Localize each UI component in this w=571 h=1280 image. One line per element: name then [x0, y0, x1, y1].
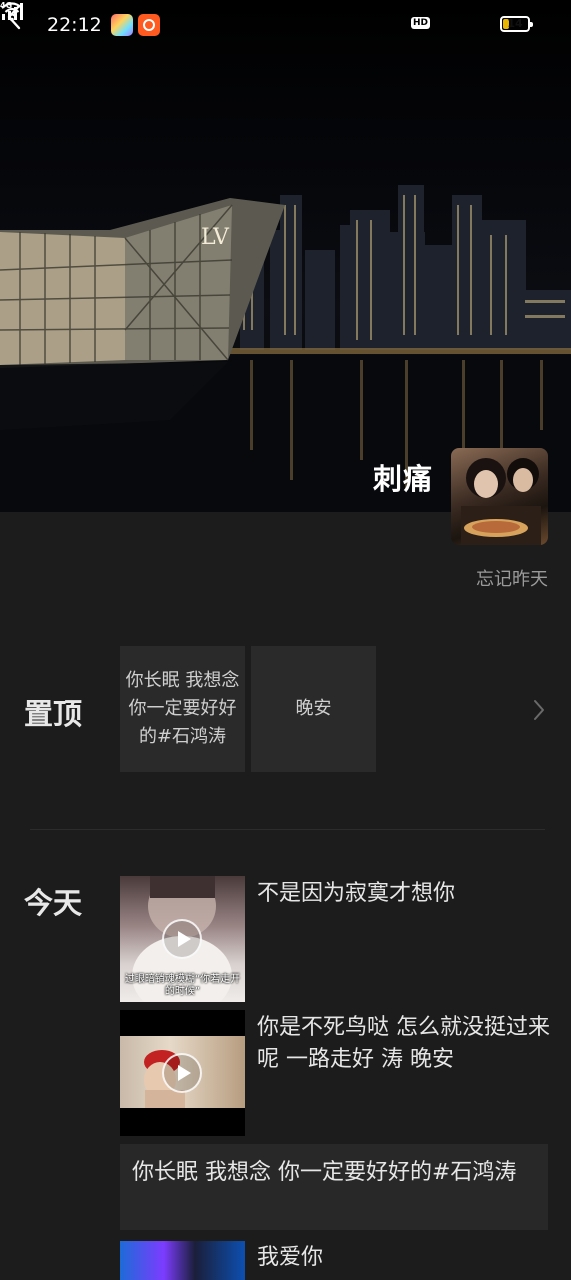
battery-level: 14 [507, 17, 523, 30]
section-divider [30, 829, 545, 830]
pinned-section-title: 置顶 [24, 697, 83, 731]
status-bar: 22:12 HD 4G 14 [0, 0, 571, 52]
pinned-item-text: 你长眠 我想念 你一定要好好的#石鸿涛 [125, 670, 240, 747]
pinned-item[interactable]: 晚安 [251, 646, 376, 772]
post-text[interactable]: 你是不死鸟哒 怎么就没挺过来呢 一路走好 涛 晚安 [257, 1012, 553, 1076]
profile-name: 刺痛 [372, 462, 433, 496]
hd-badge: HD [411, 17, 431, 29]
post-thumbnail[interactable] [120, 1241, 245, 1280]
battery-icon: 14 [500, 16, 533, 32]
status-time: 22:12 [47, 14, 102, 36]
cover-photo: LV 22:12 HD 4G 14 [0, 0, 571, 512]
post-text[interactable]: 我爱你 [257, 1242, 553, 1274]
pinned-more-chevron-right-icon[interactable] [530, 697, 548, 723]
kuaishou-app-icon [138, 14, 160, 36]
post-thumbnail[interactable] [120, 1010, 245, 1136]
today-section-title: 今天 [24, 886, 83, 920]
profile-subtitle: 忘记昨天 [476, 569, 548, 590]
post-thumbnail[interactable]: 过眼暗销魂模糊“你若走开的时候” [120, 876, 245, 1002]
post-text: 你长眠 我想念 你一定要好好的#石鸿涛 [132, 1160, 517, 1185]
avatar-photo [461, 458, 541, 545]
gallery-app-icon [111, 14, 133, 36]
pinned-item-text: 晚安 [295, 698, 332, 719]
play-icon[interactable] [162, 1053, 202, 1093]
post-text[interactable]: 不是因为寂寞才想你 [257, 878, 553, 910]
text-post-card[interactable]: 你长眠 我想念 你一定要好好的#石鸿涛 [120, 1144, 548, 1230]
avatar[interactable] [451, 448, 548, 545]
pinned-item[interactable]: 你长眠 我想念 你一定要好好的#石鸿涛 [120, 646, 245, 772]
thumbnail-caption: 过眼暗销魂模糊“你若走开的时候” [124, 974, 241, 997]
night-skyline-illustration: LV [0, 185, 571, 512]
play-icon[interactable] [162, 919, 202, 959]
lv-sign: LV [201, 225, 230, 250]
back-button chevron-left-icon[interactable] [0, 0, 32, 34]
profile-page: LV 22:12 HD 4G 14 刺痛 忘记昨天 置顶 你长眠 我想念 你一定… [0, 0, 571, 1280]
